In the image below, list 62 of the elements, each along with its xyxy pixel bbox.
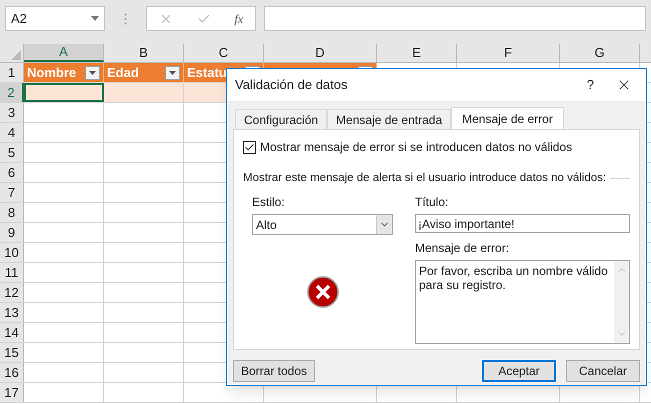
check-icon <box>244 142 255 152</box>
column-header[interactable]: C <box>184 44 264 62</box>
title-label: Título: <box>415 194 450 212</box>
filter-button[interactable] <box>85 66 100 80</box>
dialog-button[interactable]: Borrar todos <box>233 360 316 382</box>
column-title: Nombre <box>27 64 76 82</box>
row-header[interactable]: 9 <box>0 223 24 242</box>
tab[interactable]: Mensaje de error <box>451 107 564 129</box>
row-header[interactable]: 5 <box>0 143 24 162</box>
name-box[interactable]: A2 <box>5 6 105 31</box>
column-title: Estatu <box>187 64 227 82</box>
filter-button[interactable] <box>165 66 180 80</box>
column-header[interactable]: D <box>264 44 377 62</box>
style-dropdown[interactable]: Alto <box>252 214 393 236</box>
message-field[interactable]: Por favor, escriba un nombre válido para su registro. <box>415 260 630 344</box>
row-header[interactable]: 6 <box>0 163 24 182</box>
row-header[interactable]: 14 <box>0 323 24 342</box>
dialog-button[interactable]: Cancelar <box>566 360 640 382</box>
row-header[interactable]: 1 <box>0 63 24 82</box>
column-title: Edad <box>107 64 139 82</box>
column-header[interactable]: F <box>457 44 560 62</box>
caret-icon <box>169 70 176 74</box>
insert-function-button[interactable]: fx <box>234 10 244 28</box>
drag-handle-icon <box>124 13 127 25</box>
help-button[interactable]: ? <box>586 75 594 95</box>
row-header[interactable]: 12 <box>0 283 24 302</box>
dialog-title: Validación de datos <box>235 76 348 94</box>
checkbox[interactable] <box>243 140 256 154</box>
error-icon <box>306 276 338 308</box>
row-header[interactable]: 8 <box>0 203 24 222</box>
formula-field[interactable] <box>264 6 646 31</box>
style-label: Estilo: <box>252 194 286 212</box>
style-value: Alto <box>256 216 277 234</box>
message-text: Por favor, escriba un nombre válido para su registro. <box>418 263 609 294</box>
row-header[interactable]: 15 <box>0 343 24 362</box>
row-header[interactable]: 7 <box>0 183 24 202</box>
scrollbar[interactable] <box>614 261 629 344</box>
row-header[interactable]: 11 <box>0 263 24 282</box>
cell-reference: A2 <box>11 10 27 28</box>
section-label: Mostrar este mensaje de alerta si el usuario introduce datos no válidos: <box>243 171 606 186</box>
title-field[interactable]: ¡Aviso importante! <box>415 214 630 234</box>
row-header[interactable]: 10 <box>0 243 24 262</box>
row-header[interactable]: 17 <box>0 383 24 402</box>
column-header[interactable]: G <box>560 44 640 62</box>
row-header[interactable]: 4 <box>0 123 24 142</box>
row-header[interactable]: 13 <box>0 303 24 322</box>
row-header[interactable]: 2 <box>0 83 24 102</box>
row-header[interactable]: 16 <box>0 363 24 382</box>
active-cell[interactable] <box>24 83 104 102</box>
column-header[interactable]: E <box>377 44 457 62</box>
caret-icon <box>89 70 96 74</box>
column-header[interactable]: A <box>24 44 104 62</box>
message-label: Mensaje de error: <box>415 240 510 258</box>
column-header[interactable]: B <box>104 44 184 62</box>
tab[interactable]: Configuración <box>235 109 328 129</box>
triangle-icon <box>11 50 21 60</box>
dialog-button[interactable]: Aceptar <box>482 360 556 382</box>
checkbox-label[interactable]: Mostrar mensaje de error si se introducen datos no válidos <box>260 138 572 156</box>
table-cell[interactable] <box>104 83 184 102</box>
row-header[interactable]: 3 <box>0 103 24 122</box>
caret-icon <box>91 16 99 21</box>
tab[interactable]: Mensaje de entrada <box>327 109 452 129</box>
